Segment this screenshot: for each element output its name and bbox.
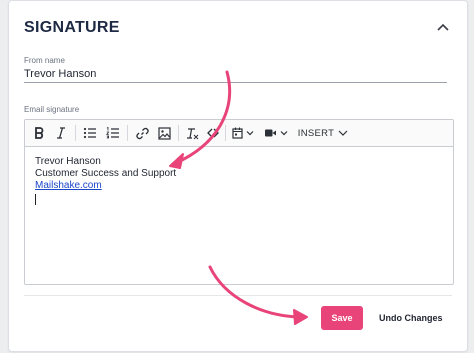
editor-toolbar: INSERT — [25, 120, 453, 147]
link-icon[interactable] — [133, 123, 151, 143]
insert-label: INSERT — [297, 127, 335, 139]
from-name-input[interactable]: Trevor Hanson — [24, 68, 96, 80]
from-name-label: From name — [24, 56, 65, 65]
chevron-up-icon[interactable] — [433, 17, 453, 37]
toolbar-divider — [225, 125, 226, 141]
signature-line-name: Trevor Hanson — [35, 156, 101, 167]
chevron-down-icon — [338, 130, 348, 136]
signature-line-title: Customer Success and Support — [35, 168, 177, 179]
code-icon[interactable] — [205, 123, 221, 143]
video-icon[interactable] — [263, 123, 291, 143]
panel-title: SIGNATURE — [24, 19, 120, 36]
signature-editor[interactable]: INSERT Trevor Hanson Customer Success an… — [24, 119, 454, 285]
calendar-icon[interactable] — [231, 123, 257, 143]
email-signature-label: Email signature — [24, 105, 80, 114]
save-button[interactable]: Save — [321, 306, 363, 330]
toolbar-divider — [75, 125, 76, 141]
signature-link[interactable]: Mailshake.com — [35, 180, 102, 191]
toolbar-divider — [127, 125, 128, 141]
from-name-underline — [24, 82, 447, 83]
signature-content[interactable]: Trevor Hanson Customer Success and Suppo… — [35, 156, 176, 205]
toolbar-divider — [178, 125, 179, 141]
italic-icon[interactable] — [53, 123, 69, 143]
bulleted-list-icon[interactable] — [81, 123, 99, 143]
numbered-list-icon[interactable] — [104, 123, 122, 143]
undo-changes-button[interactable]: Undo Changes — [373, 306, 449, 330]
image-icon[interactable] — [155, 123, 173, 143]
section-divider — [24, 295, 452, 296]
insert-dropdown[interactable]: INSERT — [297, 123, 349, 143]
clear-formatting-icon[interactable] — [183, 123, 201, 143]
bold-icon[interactable] — [31, 123, 47, 143]
signature-panel: SIGNATURE From name Trevor Hanson Email … — [8, 0, 468, 352]
text-cursor — [35, 194, 36, 205]
